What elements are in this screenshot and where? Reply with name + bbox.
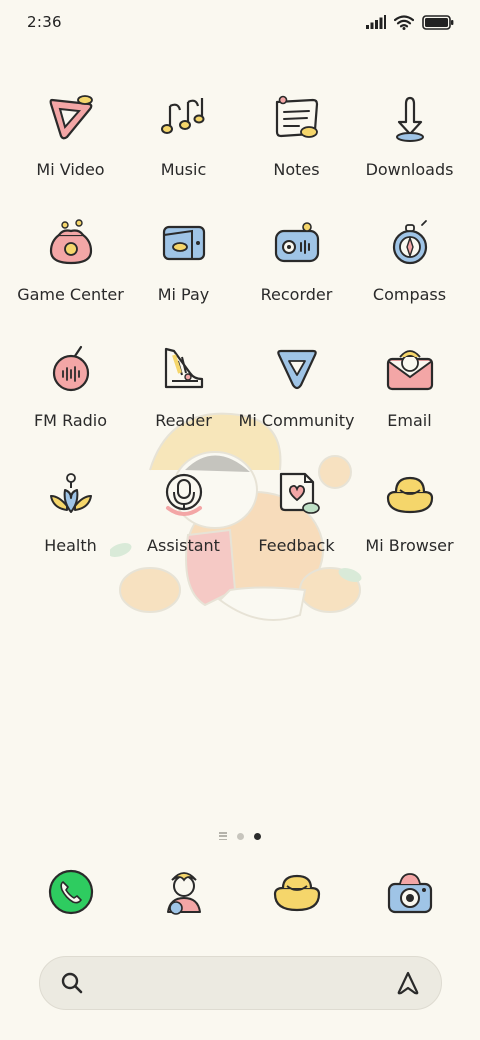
app-reader[interactable]: Reader	[127, 343, 240, 468]
app-label: Reader	[155, 410, 212, 430]
contacts-icon	[166, 872, 201, 915]
assistant-icon	[158, 468, 210, 520]
dock	[14, 866, 466, 918]
compass-icon	[384, 217, 436, 269]
app-grid: Mi Video Music Notes Downloads Game Cent…	[14, 92, 466, 593]
app-mi-video[interactable]: Mi Video	[14, 92, 127, 217]
app-label: Notes	[273, 160, 320, 179]
page-dot-2-active[interactable]	[254, 832, 261, 840]
app-health[interactable]: Health	[14, 468, 127, 593]
status-bar: 2:36	[0, 0, 480, 44]
app-mi-browser[interactable]: Mi Browser	[353, 468, 466, 593]
search-icon[interactable]	[60, 971, 84, 995]
dock-app-phone[interactable]	[14, 866, 127, 918]
mi-community-icon	[271, 343, 323, 395]
app-label: Health	[44, 535, 97, 555]
app-assistant[interactable]: Assistant	[127, 468, 240, 593]
dock-app-contacts[interactable]	[127, 866, 240, 918]
app-music[interactable]: Music	[127, 92, 240, 217]
fm-radio-icon	[45, 343, 97, 395]
page-indicator[interactable]	[0, 829, 480, 843]
dock-app-camera[interactable]	[353, 866, 466, 918]
mi-browser-icon	[384, 468, 436, 520]
health-icon	[45, 468, 97, 520]
signal-icon	[366, 15, 386, 29]
app-mi-community[interactable]: Mi Community	[238, 343, 355, 468]
app-label: FM Radio	[33, 410, 108, 430]
app-label: Downloads	[365, 160, 454, 179]
camera-icon	[387, 873, 432, 914]
gold-ingot-icon	[273, 874, 320, 912]
app-compass[interactable]: Compass	[353, 217, 466, 342]
app-label: Game Center	[17, 285, 124, 305]
wifi-icon	[394, 14, 414, 30]
app-label: Music	[160, 160, 207, 179]
app-label: Mi Community	[238, 410, 355, 430]
status-time: 2:36	[27, 13, 62, 31]
app-fm-radio[interactable]: FM Radio	[14, 343, 127, 468]
dock-app-gold-ingot[interactable]	[240, 866, 353, 918]
app-mi-pay[interactable]: Mi Pay	[127, 217, 240, 342]
app-label: Email	[387, 410, 432, 430]
app-label: Mi Pay	[157, 285, 210, 305]
app-label: Assistant	[147, 535, 220, 555]
app-recorder[interactable]: Recorder	[240, 217, 353, 342]
reader-icon	[158, 343, 210, 395]
app-label: Mi Browser	[365, 535, 454, 555]
page-list-icon[interactable]	[219, 832, 227, 840]
app-label: Feedback	[258, 535, 335, 555]
status-icons	[366, 14, 454, 30]
downloads-icon	[384, 92, 436, 144]
app-label: Mi Video	[36, 160, 105, 179]
app-notes[interactable]: Notes	[240, 92, 353, 217]
app-feedback[interactable]: Feedback	[240, 468, 353, 593]
mi-video-icon	[45, 92, 97, 144]
app-label: Recorder	[260, 285, 333, 305]
battery-icon	[422, 14, 454, 30]
game-center-icon	[45, 217, 97, 269]
phone-icon	[48, 869, 93, 915]
assistant-logo-icon[interactable]	[395, 970, 421, 996]
app-game-center[interactable]: Game Center	[14, 217, 127, 342]
search-bar[interactable]	[39, 956, 442, 1010]
email-icon	[384, 343, 436, 395]
app-downloads[interactable]: Downloads	[353, 92, 466, 217]
app-label: Compass	[372, 285, 447, 305]
app-email[interactable]: Email	[353, 343, 466, 468]
recorder-icon	[271, 217, 323, 269]
music-icon	[158, 92, 210, 144]
mi-pay-icon	[158, 217, 210, 269]
page-dot-1[interactable]	[237, 832, 244, 840]
notes-icon	[271, 92, 323, 144]
feedback-icon	[271, 468, 323, 520]
